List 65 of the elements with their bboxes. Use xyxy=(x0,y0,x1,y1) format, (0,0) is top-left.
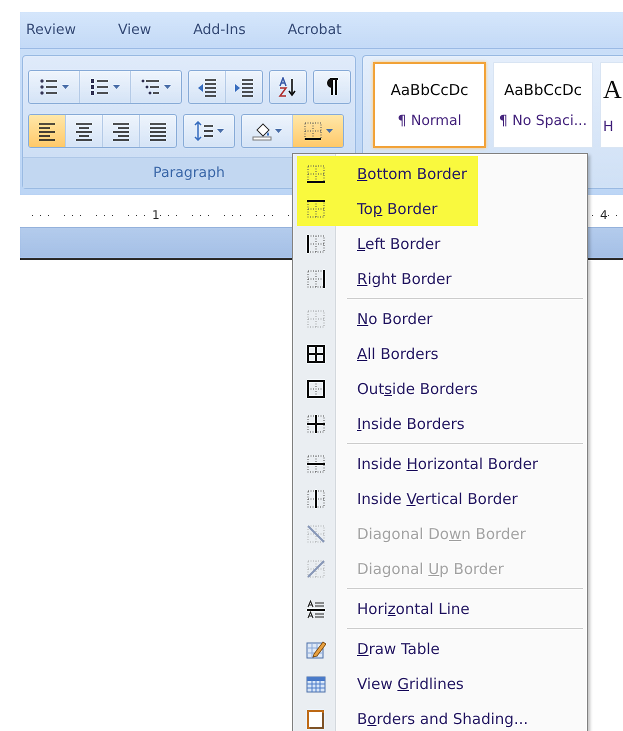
menu-item[interactable]: Horizontal Line xyxy=(297,591,480,626)
multilevel-list-icon xyxy=(141,77,161,97)
caret-icon xyxy=(164,85,171,89)
menu-item[interactable]: Outside Borders xyxy=(297,371,488,406)
style-preview: A xyxy=(603,75,622,105)
menu-item[interactable]: No Border xyxy=(297,301,478,336)
decrease-indent-icon xyxy=(197,77,217,97)
caret-icon xyxy=(326,129,333,133)
caret-icon xyxy=(217,129,224,133)
right-border-icon xyxy=(306,268,326,288)
toolbar-button[interactable] xyxy=(293,115,343,147)
style-preview: AaBbCcDc xyxy=(504,81,582,99)
bottom-border-icon xyxy=(306,164,326,184)
menu-item[interactable]: All Borders xyxy=(297,336,478,371)
diagonal-down-border-icon xyxy=(306,524,326,544)
menu-item[interactable]: Inside Horizontal Border xyxy=(297,446,548,481)
caret-icon xyxy=(113,85,120,89)
menu-item[interactable]: View Gridlines xyxy=(297,666,478,701)
align-right-icon xyxy=(111,121,131,141)
numbered-list-icon xyxy=(90,77,110,97)
ribbon-tab[interactable]: Acrobat xyxy=(288,22,363,38)
style-tile[interactable]: AaBbCcDc ¶ No Spaci... xyxy=(493,62,593,148)
justify-icon xyxy=(148,121,168,141)
increase-indent-icon xyxy=(234,77,254,97)
caret-icon xyxy=(275,129,282,133)
menu-item[interactable]: Right Border xyxy=(297,261,478,296)
ribbon-tab[interactable]: View xyxy=(118,22,172,38)
page-border-icon xyxy=(306,708,326,728)
toolbar-button[interactable] xyxy=(29,115,66,147)
border-icon xyxy=(303,121,323,141)
menu-item[interactable]: Draw Table xyxy=(297,631,478,666)
no-border-icon xyxy=(306,308,326,328)
all-borders-icon xyxy=(306,344,326,364)
inside-borders-icon xyxy=(306,414,326,434)
menu-item[interactable]: Inside Vertical Border xyxy=(297,481,528,516)
line-spacing-icon xyxy=(194,121,214,141)
style-name: H xyxy=(603,119,614,135)
ribbon-tab[interactable]: Review xyxy=(26,22,97,38)
bullet-list-icon xyxy=(39,77,59,97)
menu-item[interactable]: Inside Borders xyxy=(297,406,478,441)
outside-borders-icon xyxy=(306,378,326,398)
align-left-icon xyxy=(37,121,57,141)
table-grid-icon xyxy=(306,674,326,694)
table-pencil-icon xyxy=(306,638,326,658)
inside-vertical-border-icon xyxy=(306,488,326,508)
style-preview: AaBbCcDc xyxy=(390,81,468,99)
style-name: ¶ Normal xyxy=(397,113,462,129)
caret-icon xyxy=(62,85,69,89)
diagonal-up-border-icon xyxy=(306,558,326,578)
ruler-number: 4 xyxy=(600,208,608,222)
menu-item[interactable]: Borders and Shading... xyxy=(297,701,538,731)
style-name: ¶ No Spaci... xyxy=(498,113,588,129)
ribbon-tab[interactable]: Add-Ins xyxy=(193,22,267,38)
inside-horizontal-border-icon xyxy=(306,454,326,474)
style-tile[interactable]: AaBbCcDc ¶ Normal xyxy=(373,62,486,148)
ruler-number: 1 xyxy=(152,208,160,222)
menu-item[interactable]: Top Border xyxy=(297,191,478,226)
sort-icon xyxy=(278,77,298,97)
paint-bucket-icon xyxy=(252,121,272,141)
horizontal-line-icon xyxy=(306,598,326,618)
left-border-icon xyxy=(306,234,326,254)
align-center-icon xyxy=(74,121,94,141)
menu-item[interactable]: Bottom Border xyxy=(297,156,478,191)
top-border-icon xyxy=(306,198,326,218)
style-tile[interactable]: A H xyxy=(600,62,623,148)
